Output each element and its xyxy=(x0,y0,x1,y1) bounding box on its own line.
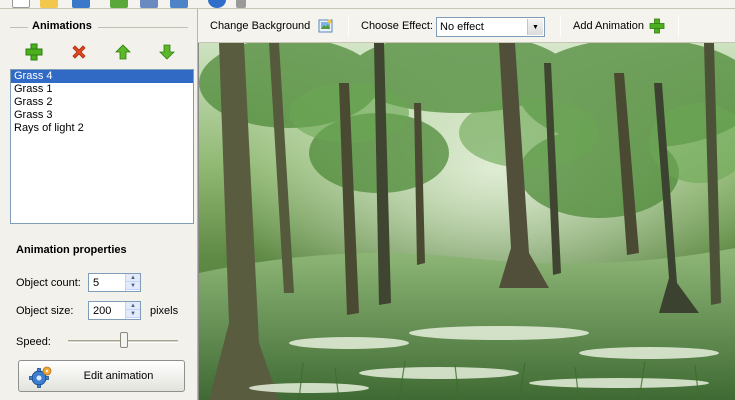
toolbar-separator xyxy=(678,15,679,37)
help-icon[interactable] xyxy=(208,0,226,8)
left-panel: Animations Grass 4 Grass 1 Grass 2 Grass… xyxy=(0,9,198,400)
object-size-label: Object size: xyxy=(16,305,74,317)
object-size-unit: pixels xyxy=(150,305,179,317)
object-size-value[interactable]: 200 xyxy=(93,305,111,317)
toolbar-separator xyxy=(348,15,349,37)
preview-canvas[interactable] xyxy=(198,43,735,400)
list-item[interactable]: Grass 4 xyxy=(11,70,193,83)
speed-label: Speed: xyxy=(16,336,51,348)
delete-item-button[interactable] xyxy=(69,42,89,62)
spin-up-icon[interactable]: ▲ xyxy=(126,274,140,282)
speed-slider-thumb[interactable] xyxy=(120,332,128,348)
export-icon[interactable] xyxy=(110,0,128,8)
object-count-label: Object count: xyxy=(16,277,81,289)
move-down-button[interactable] xyxy=(157,42,177,62)
animation-properties-title: Animation properties xyxy=(16,244,127,256)
animations-list[interactable]: Grass 4 Grass 1 Grass 2 Grass 3 Rays of … xyxy=(10,69,194,224)
add-animation-button[interactable]: Add Animation xyxy=(573,20,644,32)
arrow-up-icon xyxy=(115,44,131,60)
move-up-button[interactable] xyxy=(113,42,133,62)
image-icon[interactable] xyxy=(318,18,334,34)
animations-header: Animations xyxy=(10,19,188,35)
toolbar-separator xyxy=(560,15,561,37)
arrow-down-icon xyxy=(159,44,175,60)
effect-dropdown[interactable]: No effect ▼ xyxy=(436,17,545,37)
object-count-arrows: ▲ ▼ xyxy=(125,274,140,291)
export-exe-icon[interactable] xyxy=(170,0,188,8)
object-size-arrows: ▲ ▼ xyxy=(125,302,140,319)
new-file-icon[interactable] xyxy=(12,0,30,8)
edit-animation-button[interactable]: Edit animation xyxy=(18,360,185,392)
save-icon[interactable] xyxy=(72,0,90,8)
plus-icon[interactable] xyxy=(649,18,665,34)
forest-background-image xyxy=(199,43,735,400)
effect-value: No effect xyxy=(440,21,484,33)
list-item[interactable]: Grass 2 xyxy=(11,96,193,109)
open-folder-icon[interactable] xyxy=(40,0,58,8)
main-toolbar xyxy=(0,0,735,9)
list-item[interactable]: Grass 3 xyxy=(11,109,193,122)
list-item[interactable]: Grass 1 xyxy=(11,83,193,96)
canvas-toolbar: Change Background Choose Effect: No effe… xyxy=(198,9,735,43)
plus-icon xyxy=(25,43,43,61)
preview-icon[interactable] xyxy=(140,0,158,8)
change-background-button[interactable]: Change Background xyxy=(210,20,310,32)
edit-animation-label: Edit animation xyxy=(83,370,154,382)
delete-x-icon xyxy=(72,45,86,59)
spin-up-icon[interactable]: ▲ xyxy=(126,302,140,310)
animations-title: Animations xyxy=(30,20,94,32)
choose-effect-label: Choose Effect: xyxy=(361,20,433,32)
chevron-down-icon[interactable]: ▼ xyxy=(527,19,543,35)
link-icon[interactable] xyxy=(236,0,246,8)
spin-down-icon[interactable]: ▼ xyxy=(126,282,140,290)
add-item-button[interactable] xyxy=(24,42,44,62)
object-size-stepper[interactable]: 200 ▲ ▼ xyxy=(88,301,141,320)
object-count-value[interactable]: 5 xyxy=(93,277,99,289)
spin-down-icon[interactable]: ▼ xyxy=(126,310,140,318)
list-item[interactable]: Rays of light 2 xyxy=(11,122,193,135)
object-count-stepper[interactable]: 5 ▲ ▼ xyxy=(88,273,141,292)
